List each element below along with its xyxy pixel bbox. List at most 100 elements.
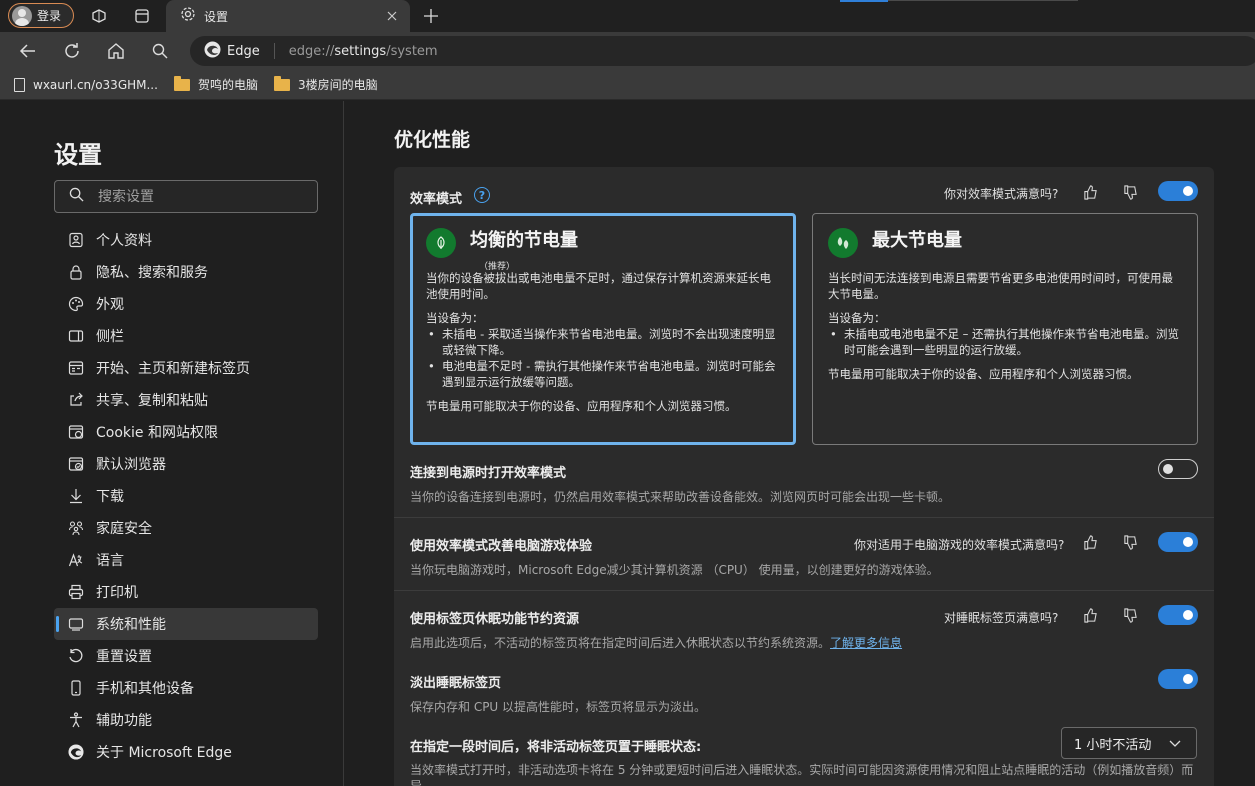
thumbs-up-icon[interactable] xyxy=(1082,184,1098,200)
sidebar-item-family[interactable]: 家庭安全 xyxy=(54,512,318,544)
sidebar-item-accessibility[interactable]: 辅助功能 xyxy=(54,704,318,736)
sidebar-item-system[interactable]: 系统和性能 xyxy=(54,608,318,640)
divider xyxy=(394,517,1214,518)
thumbs-up-icon[interactable] xyxy=(1082,534,1098,550)
system-icon xyxy=(67,615,85,633)
language-icon xyxy=(67,551,85,569)
sidebar-item-languages[interactable]: 语言 xyxy=(54,544,318,576)
new-tab-button[interactable] xyxy=(420,5,442,27)
mode-name: 均衡的节电量 xyxy=(470,230,578,251)
palette-icon xyxy=(67,295,85,313)
sidebar-item-profile[interactable]: 个人资料 xyxy=(54,224,318,256)
folder-icon xyxy=(173,75,190,91)
sidebar-item-about[interactable]: 关于 Microsoft Edge xyxy=(54,736,318,768)
profile-label: 登录 xyxy=(37,9,62,23)
fade-tabs-toggle[interactable] xyxy=(1158,669,1198,689)
section-title: 优化性能 xyxy=(394,129,471,151)
search-icon[interactable] xyxy=(149,40,171,62)
dropdown-value: 1 小时不活动 xyxy=(1074,737,1152,753)
sidebar-item-cookies[interactable]: Cookie 和网站权限 xyxy=(54,416,318,448)
mode-body: 当你的设备被拔出或电池电量不足时，通过保存计算机资源来延长电池使用时间。 当设备… xyxy=(426,270,780,414)
bookmark-item[interactable]: 3楼房间的电脑 xyxy=(273,75,378,93)
efficiency-mode-title: 效率模式 xyxy=(410,192,463,207)
maximum-savings-card[interactable]: 最大节电量 当长时间无法连接到电源且需要节省更多电池使用时间时，可使用最大节电量… xyxy=(812,213,1198,445)
sidebar-item-reset[interactable]: 重置设置 xyxy=(54,640,318,672)
sidebar-icon xyxy=(67,327,85,345)
bookmarks-bar: wxaurl.cn/o33GHM... 贺鸣的电脑 3楼房间的电脑 xyxy=(0,70,1255,100)
home-button[interactable] xyxy=(105,40,127,62)
sidebar-item-sidebar[interactable]: 侧栏 xyxy=(54,320,318,352)
printer-icon xyxy=(67,583,85,601)
bookmark-item[interactable]: wxaurl.cn/o33GHM... xyxy=(14,77,158,92)
gear-icon xyxy=(180,6,196,26)
reset-icon xyxy=(67,647,85,665)
profile-button[interactable]: 登录 xyxy=(8,3,74,28)
gaming-desc: 当你玩电脑游戏时，Microsoft Edge减少其计算机资源 （CPU） 使用… xyxy=(410,563,939,577)
tab-settings[interactable]: 设置 xyxy=(166,0,410,32)
power-connected-toggle[interactable] xyxy=(1158,459,1198,479)
power-connected-desc: 当你的设备连接到电源时，仍然启用效率模式来帮助改善设备能效。浏览网页时可能会出现… xyxy=(410,490,951,504)
learn-more-link[interactable]: 了解更多信息 xyxy=(830,636,902,650)
balanced-savings-card[interactable]: 均衡的节电量 （推荐） 当你的设备被拔出或电池电量不足时，通过保存计算机资源来延… xyxy=(410,213,796,445)
leaf-icon xyxy=(426,228,456,258)
divider xyxy=(394,590,1214,591)
tab-strip: 登录 设置 xyxy=(0,0,1255,32)
refresh-button[interactable] xyxy=(61,40,83,62)
sidebar-item-start-home[interactable]: 开始、主页和新建标签页 xyxy=(54,352,318,384)
thumbs-down-icon[interactable] xyxy=(1122,534,1138,550)
window-line xyxy=(888,0,1078,1)
edge-logo-icon xyxy=(204,41,221,62)
page-icon xyxy=(14,77,25,92)
omnibox-separator xyxy=(273,43,275,59)
mode-name: 最大节电量 xyxy=(872,230,962,251)
address-bar[interactable]: Edge edge://settings/system xyxy=(190,36,1255,66)
gaming-toggle[interactable] xyxy=(1158,532,1198,552)
address-toolbar: Edge edge://settings/system xyxy=(0,32,1255,70)
sleeping-tabs-toggle[interactable] xyxy=(1158,605,1198,625)
sleeping-tabs-desc: 启用此选项后，不活动的标签页将在指定时间后进入休眠状态以节约系统资源。了解更多信… xyxy=(410,636,903,650)
sleep-after-dropdown[interactable]: 1 小时不活动 xyxy=(1061,727,1197,759)
back-button[interactable] xyxy=(17,40,39,62)
thumbs-down-icon[interactable] xyxy=(1122,607,1138,623)
sidebar-item-privacy[interactable]: 隐私、搜索和服务 xyxy=(54,256,318,288)
bookmark-item[interactable]: 贺鸣的电脑 xyxy=(173,75,258,93)
tab-actions-icon[interactable] xyxy=(132,6,152,26)
search-box[interactable] xyxy=(54,180,318,213)
fade-tabs-title: 淡出睡眠标签页 xyxy=(410,676,502,691)
download-icon xyxy=(67,487,85,505)
gaming-title: 使用效率模式改善电脑游戏体验 xyxy=(410,539,593,554)
window-accent xyxy=(840,0,888,2)
sidebar-item-appearance[interactable]: 外观 xyxy=(54,288,318,320)
thumbs-down-icon[interactable] xyxy=(1122,184,1138,200)
default-browser-icon xyxy=(67,455,85,473)
performance-card: 效率模式 ? 你对效率模式满意吗? 均衡的节电量 （推荐） 当你的设备被拔出或电… xyxy=(394,167,1214,786)
settings-main: 优化性能 效率模式 ? 你对效率模式满意吗? 均衡的节电量 （推荐） 当你的设备… xyxy=(345,101,1255,786)
omnibox-chip: Edge xyxy=(227,43,260,59)
avatar-icon xyxy=(12,5,32,26)
sleeping-tabs-title: 使用标签页休眠功能节约资源 xyxy=(410,612,580,627)
share-icon xyxy=(67,391,85,409)
sidebar-item-default-browser[interactable]: 默认浏览器 xyxy=(54,448,318,480)
recommended-tag: （推荐） xyxy=(479,262,516,272)
sidebar-item-downloads[interactable]: 下载 xyxy=(54,480,318,512)
tab-title: 设置 xyxy=(204,9,229,24)
edge-icon xyxy=(67,743,85,761)
cookie-icon xyxy=(67,423,85,441)
phone-icon xyxy=(67,679,85,697)
sidebar-item-share[interactable]: 共享、复制和粘贴 xyxy=(54,384,318,416)
thumbs-up-icon[interactable] xyxy=(1082,607,1098,623)
sidebar-item-printers[interactable]: 打印机 xyxy=(54,576,318,608)
lock-icon xyxy=(67,263,85,281)
help-icon[interactable]: ? xyxy=(474,187,490,203)
efficiency-mode-toggle[interactable] xyxy=(1158,181,1198,201)
settings-nav: 个人资料 隐私、搜索和服务 外观 侧栏 开始、主页和新建标签页 共享、复制和粘贴… xyxy=(54,224,318,768)
sidebar-item-phone[interactable]: 手机和其他设备 xyxy=(54,672,318,704)
gaming-feedback-text: 你对适用于电脑游戏的效率模式满意吗? xyxy=(854,538,1065,552)
workspaces-icon[interactable] xyxy=(89,6,109,26)
search-input[interactable] xyxy=(98,188,298,205)
search-icon xyxy=(69,187,84,206)
close-icon[interactable] xyxy=(384,8,400,24)
page-title: 设置 xyxy=(54,141,102,169)
sleep-after-desc: 当效率模式打开时，非活动选项卡将在 5 分钟或更短时间后进入睡眠状态。实际时间可… xyxy=(410,763,1194,786)
mode-body: 当长时间无法连接到电源且需要节省更多电池使用时间时，可使用最大节电量。 当设备为… xyxy=(828,270,1182,382)
